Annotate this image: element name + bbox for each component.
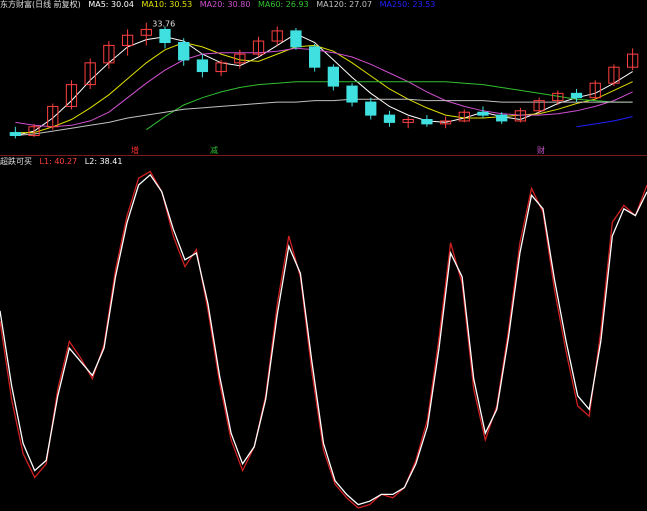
candle-body xyxy=(346,85,358,103)
chart-canvas: 33.76 xyxy=(0,20,647,509)
ma-line-1 xyxy=(15,41,633,134)
candle-body xyxy=(496,114,508,122)
candle-body xyxy=(290,30,302,48)
candle-body xyxy=(365,101,377,116)
price-panel: 33.76 xyxy=(9,20,639,139)
peak-annotation: 33.76 xyxy=(152,20,175,29)
indicator-panel xyxy=(0,170,647,509)
ma-line-2 xyxy=(15,47,633,128)
candle-body xyxy=(9,132,21,136)
candle-body xyxy=(178,42,190,61)
candle-body xyxy=(570,92,583,99)
candle-body xyxy=(159,28,171,44)
ma-line-5 xyxy=(576,116,633,128)
candle-body xyxy=(383,114,396,123)
indicator-line-l2 xyxy=(0,173,647,506)
candle-body xyxy=(309,46,321,68)
candle-body xyxy=(196,59,209,73)
indicator-line-l1 xyxy=(0,170,647,509)
candle-body xyxy=(327,66,339,87)
candle-body xyxy=(421,118,433,125)
ma-line-0 xyxy=(15,33,633,136)
ma-line-4 xyxy=(15,98,633,136)
candle-body xyxy=(477,111,489,116)
